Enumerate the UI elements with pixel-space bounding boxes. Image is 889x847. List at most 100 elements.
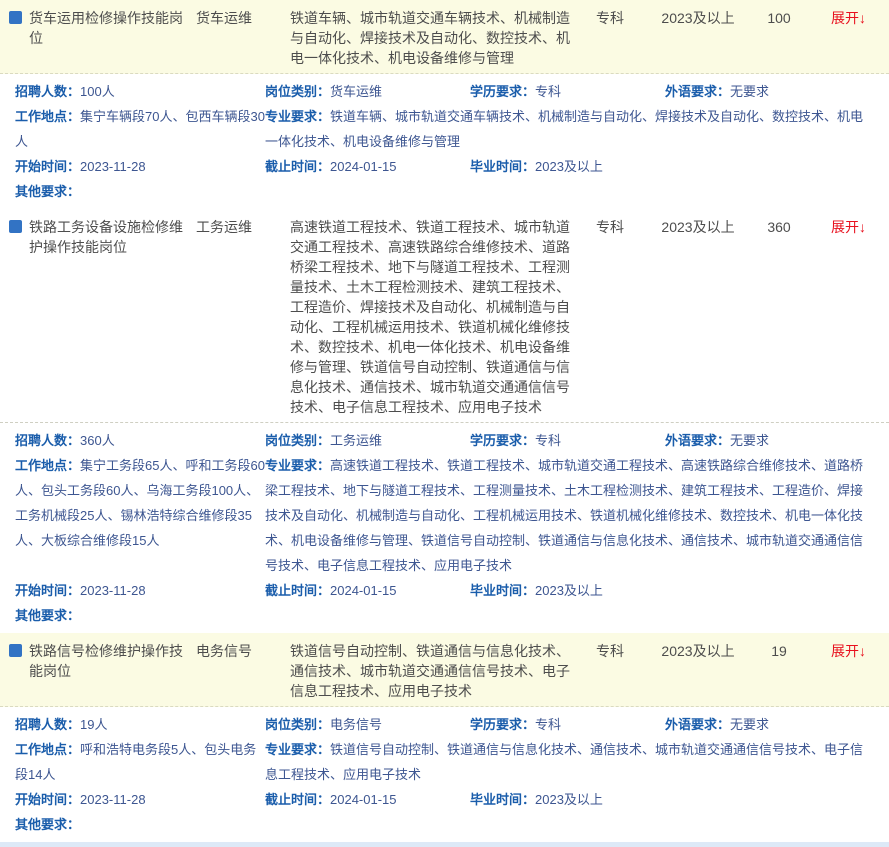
job-row[interactable]: 货车运用检修操作技能岗位 货车运维 铁道车辆、城市轨道交通车辆技术、机械制造与自…	[0, 0, 889, 74]
field-value: 专科	[535, 84, 561, 99]
field-value: 100人	[80, 84, 115, 99]
job-majors: 铁道车辆、城市轨道交通车辆技术、机械制造与自动化、焊接技术及自动化、数控技术、机…	[286, 8, 574, 68]
field-label: 毕业时间：	[470, 792, 535, 807]
field-value: 无要求	[730, 717, 769, 732]
field-label: 其他要求：	[15, 817, 80, 832]
job-bullet-icon	[9, 644, 22, 657]
detail-other-requirements: 其他要求：	[15, 603, 875, 628]
field-label: 岗位类别：	[265, 84, 330, 99]
field-value: 2024-01-15	[330, 792, 397, 807]
detail-education: 学历要求：专科	[470, 712, 665, 737]
job-category: 工务运维	[186, 217, 286, 237]
field-value: 2023-11-28	[80, 792, 146, 807]
expand-button[interactable]: 展开↓	[808, 217, 889, 237]
field-value: 2024-01-15	[330, 159, 397, 174]
field-label: 其他要求：	[15, 184, 80, 199]
job-graduation-year: 2023及以上	[646, 217, 750, 237]
detail-graduation-time: 毕业时间：2023及以上	[470, 787, 875, 812]
detail-job-category: 岗位类别：工务运维	[265, 428, 470, 453]
field-label: 开始时间：	[15, 792, 80, 807]
field-value: 专科	[535, 717, 561, 732]
field-label: 开始时间：	[15, 583, 80, 598]
field-label: 开始时间：	[15, 159, 80, 174]
field-value: 2023-11-28	[80, 159, 146, 174]
job-category: 货车运维	[186, 8, 286, 28]
field-value: 无要求	[730, 433, 769, 448]
job-detail-panel: 招聘人数：100人 岗位类别：货车运维 学历要求：专科 外语要求：无要求 工作地…	[0, 74, 889, 209]
detail-start-time: 开始时间：2023-11-28	[15, 787, 265, 812]
detail-major-requirements: 专业要求：铁道车辆、城市轨道交通车辆技术、机械制造与自动化、焊接技术及自动化、数…	[265, 104, 875, 154]
field-value: 2023及以上	[535, 792, 603, 807]
job-count: 100	[750, 8, 808, 28]
field-label: 外语要求：	[665, 717, 730, 732]
job-graduation-year: 2023及以上	[646, 641, 750, 661]
field-label: 截止时间：	[265, 583, 330, 598]
field-value: 360人	[80, 433, 115, 448]
job-majors: 高速铁道工程技术、铁道工程技术、城市轨道交通工程技术、高速铁路综合维修技术、道路…	[286, 217, 574, 417]
detail-start-time: 开始时间：2023-11-28	[15, 578, 265, 603]
detail-graduation-time: 毕业时间：2023及以上	[470, 578, 875, 603]
field-value: 无要求	[730, 84, 769, 99]
job-detail-panel: 招聘人数：360人 岗位类别：工务运维 学历要求：专科 外语要求：无要求 工作地…	[0, 423, 889, 633]
detail-other-requirements: 其他要求：	[15, 179, 875, 204]
field-label: 岗位类别：	[265, 717, 330, 732]
bottom-divider	[0, 842, 889, 847]
field-value: 2023及以上	[535, 159, 603, 174]
job-title-cell: 货车运用检修操作技能岗位	[0, 8, 186, 48]
field-label: 学历要求：	[470, 433, 535, 448]
detail-job-category: 岗位类别：货车运维	[265, 79, 470, 104]
job-count: 19	[750, 641, 808, 661]
field-label: 外语要求：	[665, 84, 730, 99]
detail-other-requirements: 其他要求：	[15, 812, 875, 837]
detail-work-location: 工作地点：呼和浩特电务段5人、包头电务段14人	[15, 737, 265, 787]
job-title: 货车运用检修操作技能岗位	[29, 8, 186, 48]
field-value: 铁道车辆、城市轨道交通车辆技术、机械制造与自动化、焊接技术及自动化、数控技术、机…	[265, 109, 863, 149]
job-education: 专科	[574, 8, 646, 28]
job-title-cell: 铁路信号检修维护操作技能岗位	[0, 641, 186, 681]
field-label: 外语要求：	[665, 433, 730, 448]
field-value: 2023-11-28	[80, 583, 146, 598]
job-category: 电务信号	[186, 641, 286, 661]
job-bullet-icon	[9, 11, 22, 24]
field-label: 招聘人数：	[15, 717, 80, 732]
detail-recruit-count: 招聘人数：19人	[15, 712, 265, 737]
field-label: 毕业时间：	[470, 583, 535, 598]
job-detail-panel: 招聘人数：19人 岗位类别：电务信号 学历要求：专科 外语要求：无要求 工作地点…	[0, 707, 889, 842]
field-value: 19人	[80, 717, 107, 732]
job-education: 专科	[574, 641, 646, 661]
field-value: 高速铁道工程技术、铁道工程技术、城市轨道交通工程技术、高速铁路综合维修技术、道路…	[265, 458, 863, 573]
job-title-cell: 铁路工务设备设施检修维护操作技能岗位	[0, 217, 186, 257]
detail-foreign-language: 外语要求：无要求	[665, 428, 875, 453]
detail-foreign-language: 外语要求：无要求	[665, 79, 875, 104]
detail-recruit-count: 招聘人数：360人	[15, 428, 265, 453]
field-label: 招聘人数：	[15, 433, 80, 448]
detail-work-location: 工作地点：集宁工务段65人、呼和工务段60人、包头工务段60人、乌海工务段100…	[15, 453, 265, 553]
detail-foreign-language: 外语要求：无要求	[665, 712, 875, 737]
field-value: 工务运维	[330, 433, 382, 448]
field-value: 铁道信号自动控制、铁道通信与信息化技术、通信技术、城市轨道交通通信信号技术、电子…	[265, 742, 863, 782]
detail-recruit-count: 招聘人数：100人	[15, 79, 265, 104]
job-title: 铁路信号检修维护操作技能岗位	[29, 641, 186, 681]
field-label: 工作地点：	[15, 109, 80, 124]
job-list: 货车运用检修操作技能岗位 货车运维 铁道车辆、城市轨道交通车辆技术、机械制造与自…	[0, 0, 889, 847]
field-value: 电务信号	[330, 717, 382, 732]
job-count: 360	[750, 217, 808, 237]
job-education: 专科	[574, 217, 646, 237]
detail-major-requirements: 专业要求：铁道信号自动控制、铁道通信与信息化技术、通信技术、城市轨道交通通信信号…	[265, 737, 875, 787]
job-graduation-year: 2023及以上	[646, 8, 750, 28]
detail-work-location: 工作地点：集宁车辆段70人、包西车辆段30人	[15, 104, 265, 154]
detail-job-category: 岗位类别：电务信号	[265, 712, 470, 737]
field-label: 学历要求：	[470, 717, 535, 732]
detail-deadline: 截止时间：2024-01-15	[265, 154, 470, 179]
expand-button[interactable]: 展开↓	[808, 8, 889, 28]
detail-education: 学历要求：专科	[470, 428, 665, 453]
job-title: 铁路工务设备设施检修维护操作技能岗位	[29, 217, 186, 257]
job-bullet-icon	[9, 220, 22, 233]
field-label: 岗位类别：	[265, 433, 330, 448]
field-value: 货车运维	[330, 84, 382, 99]
expand-button[interactable]: 展开↓	[808, 641, 889, 661]
field-label: 毕业时间：	[470, 159, 535, 174]
job-row[interactable]: 铁路信号检修维护操作技能岗位 电务信号 铁道信号自动控制、铁道通信与信息化技术、…	[0, 633, 889, 707]
job-row[interactable]: 铁路工务设备设施检修维护操作技能岗位 工务运维 高速铁道工程技术、铁道工程技术、…	[0, 209, 889, 423]
detail-deadline: 截止时间：2024-01-15	[265, 578, 470, 603]
